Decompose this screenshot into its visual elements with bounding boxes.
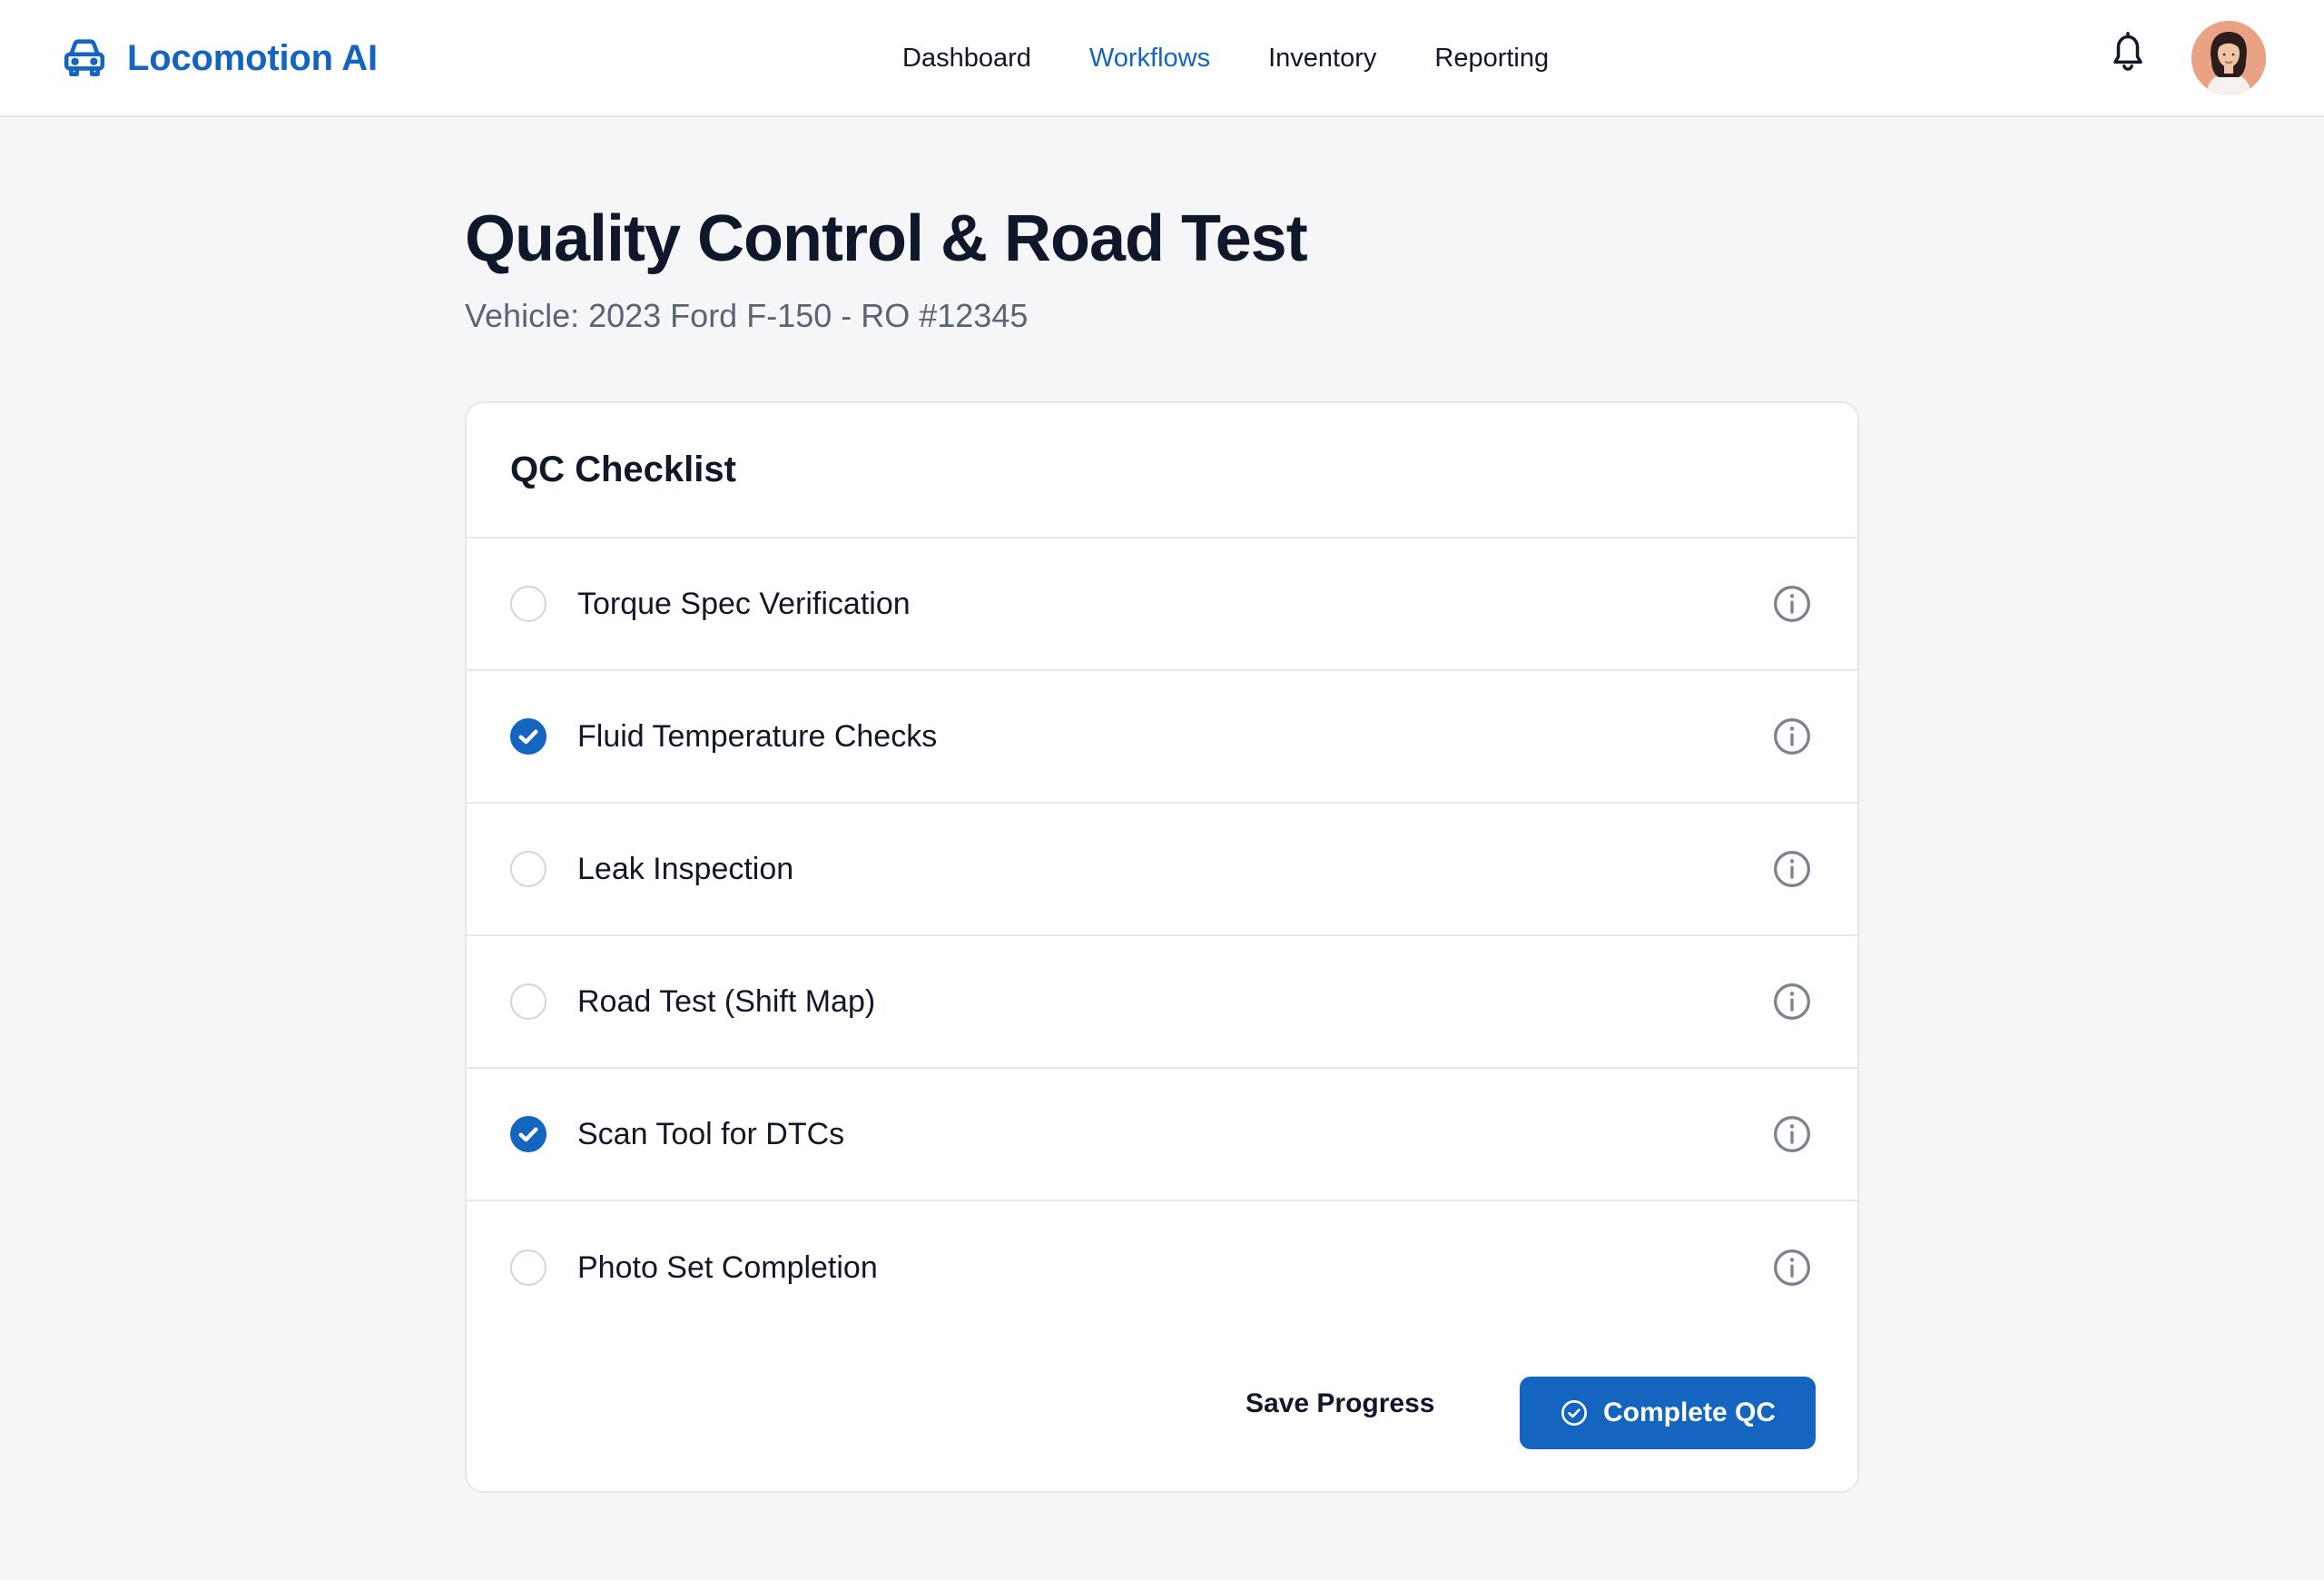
check-circle-icon: [1560, 1398, 1603, 1427]
checkbox[interactable]: [510, 718, 547, 755]
nav-workflows[interactable]: Workflows: [1089, 44, 1210, 74]
checkbox[interactable]: [510, 1249, 547, 1286]
nav-reporting[interactable]: Reporting: [1434, 44, 1549, 74]
checklist-item[interactable]: Photo Set Completion: [467, 1201, 1857, 1334]
nav-dashboard[interactable]: Dashboard: [902, 44, 1031, 74]
save-progress-button[interactable]: Save Progress: [1246, 1377, 1434, 1431]
checklist-item-label: Photo Set Completion: [577, 1249, 878, 1285]
complete-qc-label: Complete QC: [1602, 1397, 1777, 1427]
check-icon: [518, 729, 538, 745]
checklist-item[interactable]: Fluid Temperature Checks: [467, 671, 1857, 804]
info-icon[interactable]: [1772, 1248, 1812, 1288]
page-title: Quality Control & Road Test: [465, 202, 1308, 275]
checklist-item-label: Road Test (Shift Map): [577, 983, 876, 1019]
top-navigation-bar: Locomotion AI Dashboard Workflows Invent…: [0, 0, 2324, 117]
info-icon[interactable]: [1772, 1114, 1812, 1154]
checklist-items: Torque Spec Verification Fluid Temperatu…: [467, 538, 1857, 1334]
user-avatar[interactable]: [2191, 21, 2266, 95]
info-icon[interactable]: [1772, 584, 1812, 624]
checklist-item-label: Fluid Temperature Checks: [577, 718, 938, 754]
main-nav: Dashboard Workflows Inventory Reporting: [902, 40, 1607, 76]
checklist-item[interactable]: Torque Spec Verification: [467, 538, 1857, 671]
checklist-item-label: Torque Spec Verification: [577, 586, 911, 621]
checklist-item[interactable]: Leak Inspection: [467, 804, 1857, 936]
check-icon: [518, 1127, 538, 1142]
page-subtitle: Vehicle: 2023 Ford F-150 - RO #12345: [465, 297, 1029, 334]
checkbox[interactable]: [510, 1116, 547, 1152]
checkbox[interactable]: [510, 586, 547, 622]
car-icon: [62, 37, 107, 79]
nav-inventory[interactable]: Inventory: [1268, 44, 1376, 74]
info-icon[interactable]: [1772, 849, 1812, 889]
bell-icon[interactable]: [2109, 31, 2147, 73]
brand-name: Locomotion AI: [127, 37, 378, 78]
checklist-item-label: Scan Tool for DTCs: [577, 1116, 845, 1151]
card-header: QC Checklist: [467, 403, 1857, 538]
info-icon[interactable]: [1772, 716, 1812, 756]
brand-logo[interactable]: Locomotion AI: [62, 35, 378, 82]
qc-checklist-card: QC Checklist Torque Spec Verification Fl…: [465, 401, 1859, 1493]
checklist-item[interactable]: Scan Tool for DTCs: [467, 1069, 1857, 1201]
checklist-item-label: Leak Inspection: [577, 851, 794, 886]
info-icon[interactable]: [1772, 982, 1812, 1022]
complete-qc-button[interactable]: Complete QC: [1520, 1377, 1816, 1449]
card-title: QC Checklist: [510, 449, 736, 489]
checkbox[interactable]: [510, 851, 547, 887]
checklist-item[interactable]: Road Test (Shift Map): [467, 936, 1857, 1069]
checkbox[interactable]: [510, 983, 547, 1020]
